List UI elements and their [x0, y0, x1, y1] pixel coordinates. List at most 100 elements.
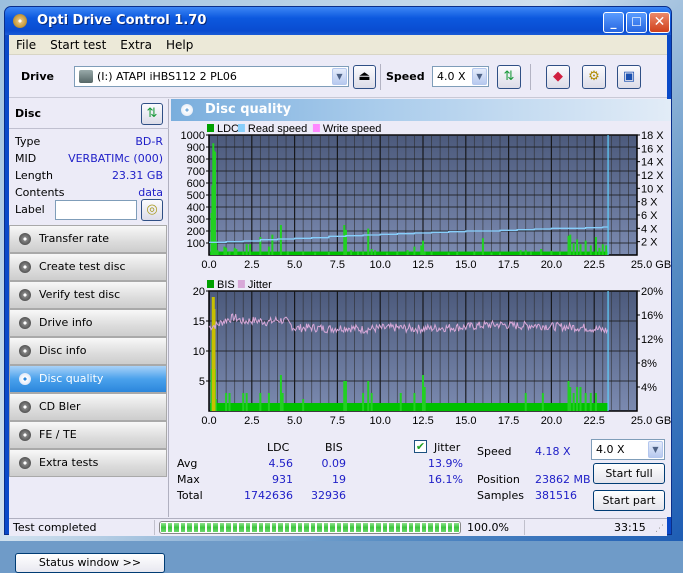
x-tick-label: 17.5 — [498, 259, 519, 271]
nav-verify-test-disc[interactable]: Verify test disc — [9, 281, 167, 309]
data-bar — [584, 393, 587, 411]
menu-extra[interactable]: Extra — [113, 35, 159, 52]
samples-value: 381516 — [535, 489, 577, 502]
nav-disc-info[interactable]: Disc info — [9, 337, 167, 365]
menu-file[interactable]: File — [9, 35, 43, 52]
menu-bar: File Start test Extra Help — [9, 35, 667, 55]
settings-button[interactable]: ⚙ — [582, 65, 606, 89]
chevron-down-icon: ▼ — [472, 68, 487, 85]
start-full-button[interactable]: Start full — [593, 463, 665, 484]
legend-label: Write speed — [323, 123, 382, 135]
data-bar — [594, 393, 597, 411]
progress-segment — [278, 523, 283, 532]
disc-refresh-button[interactable]: ⇅ — [141, 103, 163, 125]
data-bar — [567, 235, 570, 255]
progress-segment — [161, 523, 166, 532]
disc-label-button[interactable]: ◎ — [141, 199, 163, 221]
progress-segment — [258, 523, 264, 532]
data-bar — [314, 252, 317, 255]
client-area: File Start test Extra Help Drive (I:) ATAPI… — [9, 35, 671, 573]
toolbar: Drive (I:) ATAPI iHBS112 2 PL06 ▼ ⏏ Spee… — [9, 55, 667, 98]
nav-cd-bler[interactable]: CD Bler — [9, 393, 167, 421]
eject-button[interactable]: ⏏ — [353, 65, 376, 89]
nav-drive-info[interactable]: Drive info — [9, 309, 167, 337]
nav-create-test-disc[interactable]: Create test disc — [9, 253, 167, 281]
progress-segment — [206, 523, 212, 532]
disc-mid-value: VERBATIMc (000) — [68, 152, 163, 165]
panel-header: Disc quality — [171, 99, 671, 121]
data-bar — [279, 375, 282, 411]
disc-label-input[interactable] — [55, 200, 137, 220]
resize-grip-icon[interactable]: ⋰ — [655, 524, 664, 534]
data-bar — [281, 393, 284, 411]
data-bar — [584, 240, 587, 255]
nav-disc-quality[interactable]: Disc quality — [9, 365, 167, 393]
disc-label-key: Label — [15, 203, 45, 216]
close-button[interactable]: ✕ — [649, 12, 670, 33]
left-panel: Disc ⇅ Type BD-R MID VERBATIMc (000) Lengt… — [9, 99, 169, 573]
progress-segment — [245, 523, 251, 532]
legend-label: Read speed — [248, 123, 307, 135]
disc-header: Disc — [15, 107, 41, 120]
status-window-button[interactable]: Status window >> — [15, 553, 165, 573]
data-bar — [422, 375, 424, 411]
y-tick-label-left: 900 — [187, 142, 205, 154]
data-bar — [327, 252, 330, 255]
drive-select[interactable]: (I:) ATAPI iHBS112 2 PL06 ▼ — [74, 66, 349, 87]
progress-segment — [389, 523, 394, 532]
status-bar: Test completed 100.0% 33:15 ⋰ — [9, 518, 667, 536]
data-bar — [286, 251, 289, 255]
disc-length-key: Length — [15, 169, 53, 182]
data-bar — [245, 393, 248, 411]
save-button[interactable]: ▣ — [617, 65, 641, 89]
disc-mid-row: MID VERBATIMc (000) — [15, 152, 163, 165]
nav-label: Extra tests — [39, 456, 99, 469]
data-bar — [225, 247, 228, 255]
menu-help[interactable]: Help — [159, 35, 200, 52]
speed-label: Speed — [386, 70, 425, 83]
status-text: Test completed — [13, 521, 97, 534]
maximize-button[interactable]: ☐ — [626, 12, 647, 33]
nav-transfer-rate[interactable]: Transfer rate — [9, 225, 167, 253]
stats-col-bis: BIS — [325, 441, 343, 454]
y-tick-label-left: 5 — [199, 376, 205, 388]
x-tick-label: 10.0 — [369, 415, 390, 427]
data-bar — [344, 229, 347, 255]
progress-segment — [356, 523, 361, 532]
data-bar — [245, 244, 248, 255]
speed-select[interactable]: 4.0 X ▼ — [432, 66, 489, 87]
disc-tool-icon — [19, 429, 31, 441]
title-bar[interactable]: Opti Drive Control 1.70 _ ☐ ✕ — [5, 7, 671, 35]
disc-tool-icon — [19, 261, 31, 273]
nav-fe-te[interactable]: FE / TE — [9, 421, 167, 449]
nav-extra-tests[interactable]: Extra tests — [9, 449, 167, 477]
test-speed-select[interactable]: 4.0 X ▼ — [591, 439, 665, 460]
data-bar — [233, 247, 236, 255]
jitter-checkbox[interactable]: ✔ — [414, 440, 427, 453]
erase-icon: ◆ — [553, 69, 563, 84]
test-speed-select-value: 4.0 X — [596, 443, 625, 456]
x-tick-label: 5.0 — [287, 259, 302, 271]
data-bar — [589, 245, 592, 255]
max-label: Max — [177, 473, 200, 486]
nav-label: Drive info — [39, 316, 93, 329]
y-tick-label-left: 100 — [187, 238, 205, 250]
minimize-button[interactable]: _ — [603, 12, 624, 33]
menu-start-test[interactable]: Start test — [43, 35, 113, 52]
progress-segment — [330, 523, 335, 532]
refresh-button[interactable]: ⇅ — [497, 65, 521, 89]
disc-type-value: BD-R — [135, 135, 163, 148]
data-bar — [271, 234, 274, 255]
erase-button[interactable]: ◆ — [546, 65, 570, 89]
disc-type-row: Type BD-R — [15, 135, 163, 148]
data-bar — [540, 249, 543, 255]
y-tick-label-right: 8% — [641, 358, 657, 370]
y-tick-label-right: 16% — [641, 310, 663, 322]
y-tick-label-right: 16 X — [641, 143, 664, 155]
progress-segment — [362, 523, 368, 532]
data-bar — [598, 247, 601, 255]
chevron-down-icon: ▼ — [332, 68, 347, 85]
settings-icon: ⚙ — [588, 69, 600, 84]
start-part-button[interactable]: Start part — [593, 490, 665, 511]
toolbar-separator — [380, 64, 381, 90]
